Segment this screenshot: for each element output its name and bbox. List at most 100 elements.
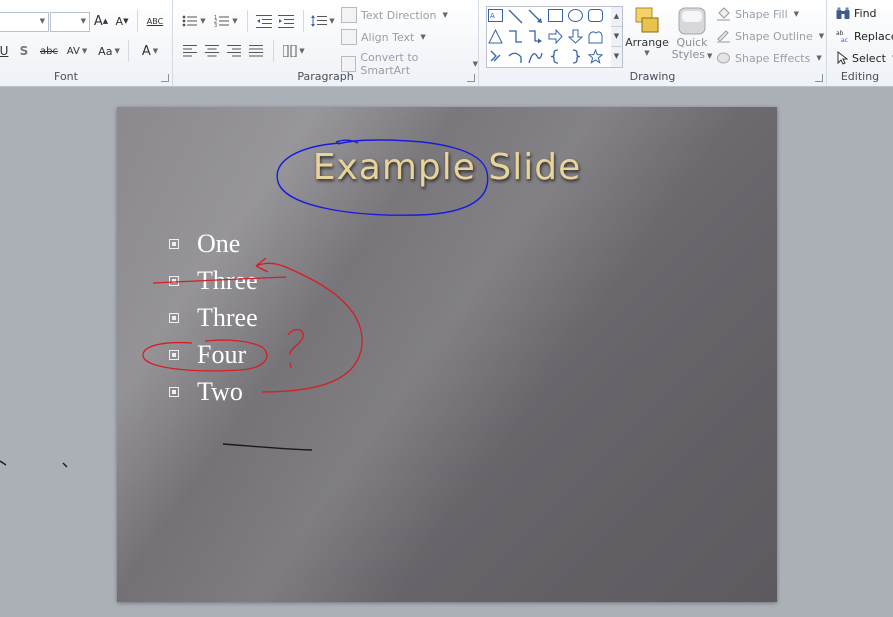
shape-outline-button[interactable]: Shape Outline ▼ <box>716 29 824 43</box>
freeform-icon[interactable] <box>488 49 503 64</box>
columns-button[interactable]: ▼ <box>281 42 307 60</box>
line-spacing-button[interactable]: ▼ <box>310 12 336 30</box>
font-dialog-launcher[interactable] <box>161 74 169 82</box>
star-icon[interactable] <box>587 48 604 64</box>
align-text-button[interactable]: Align Text ▼ <box>341 29 426 45</box>
underline-button[interactable]: U <box>0 42 8 60</box>
shrink-font-button[interactable]: A ▼ <box>114 12 130 30</box>
decrease-indent-button[interactable] <box>255 12 273 30</box>
editing-group-label: Editing <box>840 70 880 83</box>
bullet-icon <box>169 386 179 397</box>
font-name-box[interactable]: ▼ <box>0 12 49 32</box>
shapes-gallery[interactable]: A <box>486 6 613 68</box>
text-box-icon[interactable]: A <box>488 9 503 24</box>
bullet-list[interactable]: One Three Three Four Two <box>169 225 258 410</box>
shapes-gallery-scroll[interactable]: ▲ ▼ ▼ <box>611 6 623 68</box>
down-arrow-icon[interactable] <box>567 29 584 44</box>
arrange-button[interactable]: Arrange ▼ <box>625 6 669 57</box>
gallery-up-icon[interactable]: ▲ <box>611 7 622 27</box>
align-right-button[interactable] <box>225 42 243 60</box>
font-group-label: Font <box>54 70 78 83</box>
bullet-text: Three <box>197 302 258 332</box>
font-color-label: A <box>141 43 151 59</box>
separator <box>128 40 129 62</box>
svg-text:3: 3 <box>214 23 217 28</box>
drawing-dialog-launcher[interactable] <box>815 74 823 82</box>
list-item[interactable]: One <box>169 225 258 262</box>
elbow-connector-icon[interactable] <box>508 29 523 44</box>
shrink-font-label: A <box>115 14 124 28</box>
character-spacing-button[interactable]: AV ▼ <box>64 42 90 60</box>
arrow-icon[interactable] <box>528 9 543 24</box>
increase-indent-button[interactable] <box>277 12 295 30</box>
align-right-icon <box>227 45 241 57</box>
bullet-text: Four <box>197 339 247 369</box>
cursor-arrow-icon <box>837 51 848 65</box>
right-arrow-icon[interactable] <box>548 28 563 45</box>
bullet-icon <box>169 349 179 360</box>
bullet-icon <box>169 312 179 323</box>
line-spacing-icon <box>311 15 328 27</box>
list-item[interactable]: Two <box>169 373 258 410</box>
text-direction-icon <box>341 7 357 23</box>
svg-text:ab: ab <box>836 30 844 37</box>
shape-effects-button[interactable]: Shape Effects ▼ <box>716 51 822 65</box>
slide-canvas[interactable]: Example Slide One Three Three Four Two <box>117 107 777 602</box>
svg-text:ac: ac <box>841 37 848 43</box>
numbering-icon: 123 <box>214 15 230 28</box>
font-color-button[interactable]: A ▼ <box>137 42 163 60</box>
list-item[interactable]: Four <box>169 336 258 373</box>
right-brace-icon[interactable] <box>568 49 583 64</box>
bullet-text: Two <box>197 376 243 406</box>
list-item[interactable]: Three <box>169 299 258 336</box>
drawing-group-label: Drawing <box>629 70 676 83</box>
align-center-button[interactable] <box>203 42 221 60</box>
numbering-button[interactable]: 1 2 3 ▼ <box>213 12 239 30</box>
shape-effects-icon <box>717 52 730 64</box>
select-button[interactable]: Select▼ <box>836 51 893 65</box>
oval-icon[interactable] <box>568 9 583 24</box>
flowchart-shape-icon[interactable] <box>588 29 603 44</box>
rectangle-icon[interactable] <box>548 9 563 24</box>
align-left-button[interactable] <box>181 42 199 60</box>
text-direction-button[interactable]: Text Direction ▼ <box>341 7 448 23</box>
svg-text:A: A <box>490 12 495 20</box>
bullets-icon <box>182 15 198 27</box>
gallery-down-icon[interactable]: ▼ <box>611 27 622 47</box>
find-label: Find <box>854 7 877 20</box>
grow-font-button[interactable]: A ▲ <box>93 12 109 30</box>
justify-button[interactable] <box>247 42 265 60</box>
font-size-box[interactable]: ▼ <box>50 12 90 32</box>
shape-outline-label: Shape Outline <box>735 29 813 43</box>
font-group: ▼ ▼ A ▲ A ▼ ABC U S abc AV ▼ Aa ▼ A ▼ Font <box>0 0 173 86</box>
strikethrough-button[interactable]: abc <box>38 42 60 60</box>
clear-formatting-button[interactable]: ABC <box>146 12 164 30</box>
shadow-button[interactable]: S <box>17 42 31 60</box>
arc-icon[interactable] <box>508 49 523 64</box>
shape-fill-button[interactable]: Shape Fill ▼ <box>716 7 799 21</box>
grow-font-label: A <box>93 13 103 29</box>
line-icon[interactable] <box>508 9 523 24</box>
elbow-arrow-connector-icon[interactable] <box>528 29 543 44</box>
bullets-button[interactable]: ▼ <box>181 12 207 30</box>
change-case-label: Aa <box>98 44 113 58</box>
arrange-label: Arrange <box>625 36 669 49</box>
triangle-icon[interactable] <box>488 28 503 44</box>
find-button[interactable]: Find <box>836 7 877 20</box>
gallery-more-icon[interactable]: ▼ <box>611 47 622 66</box>
slide-title[interactable]: Example Slide <box>117 147 777 188</box>
left-brace-icon[interactable] <box>548 49 563 64</box>
paragraph-dialog-launcher[interactable] <box>467 74 475 82</box>
decrease-indent-icon <box>256 15 272 28</box>
rounded-rectangle-icon[interactable] <box>588 9 603 24</box>
curve-icon[interactable] <box>528 49 543 64</box>
strikethrough-label: abc <box>40 45 58 57</box>
columns-icon <box>283 45 297 57</box>
quick-styles-button[interactable]: Quick Styles ▼ <box>670 6 714 61</box>
separator <box>247 10 248 32</box>
change-case-button[interactable]: Aa ▼ <box>96 42 122 60</box>
replace-button[interactable]: abac Replace <box>836 29 893 44</box>
align-center-icon <box>205 45 219 57</box>
character-spacing-label: AV <box>66 45 80 57</box>
list-item[interactable]: Three <box>169 262 258 299</box>
